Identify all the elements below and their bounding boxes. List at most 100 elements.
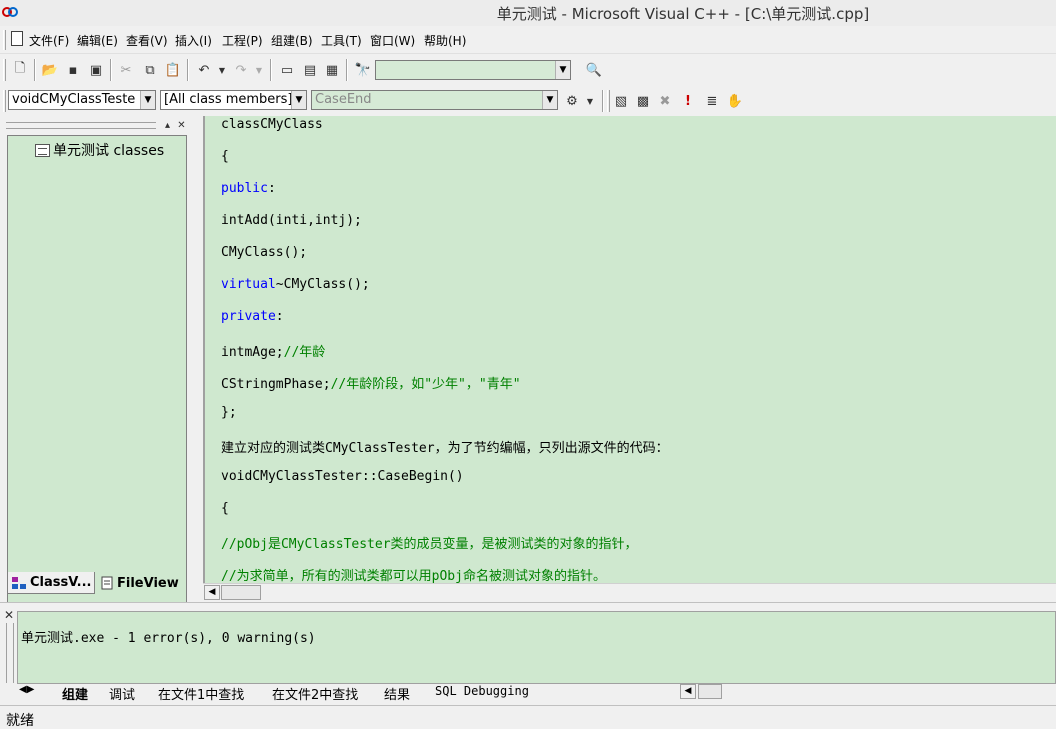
wizard-action-icon[interactable]: ⚙ <box>562 92 582 110</box>
tab-build[interactable]: 组建 <box>62 684 88 703</box>
code-line[interactable]: classCMyClass <box>221 117 323 132</box>
code-line[interactable]: virtual~CMyClass(); <box>221 277 370 292</box>
compile-icon[interactable]: ▧ <box>611 92 631 110</box>
copy-icon[interactable]: ⧉ <box>140 61 160 79</box>
scroll-left-icon[interactable]: ◀ <box>680 684 696 699</box>
code-line[interactable]: private: <box>221 309 284 324</box>
menu-project[interactable]: 工程(P) <box>222 32 263 49</box>
tab-results[interactable]: 结果 <box>384 684 410 703</box>
code-line[interactable]: { <box>221 501 229 516</box>
breakpoint-icon[interactable]: ✋ <box>725 92 745 110</box>
chevron-down-icon[interactable]: ▼ <box>291 91 306 109</box>
function-combo-value: CaseEnd <box>315 92 372 107</box>
close-icon[interactable]: ✕ <box>175 119 188 132</box>
wizard-dropdown-icon[interactable]: ▼ <box>580 92 600 110</box>
execute-icon[interactable]: ! <box>678 92 698 110</box>
toolbar-separator <box>346 59 348 81</box>
classview-icon <box>12 576 26 589</box>
status-bar: 就绪 <box>0 705 1056 729</box>
tab-sql-debugging[interactable]: SQL Debugging <box>435 684 529 698</box>
menu-file[interactable]: 文件(F) <box>29 32 69 49</box>
code-comment: //年龄 <box>283 345 326 360</box>
menu-help[interactable]: 帮助(H) <box>424 32 466 49</box>
code-text: { <box>221 149 229 164</box>
workspace-grip[interactable] <box>6 122 156 129</box>
chevron-down-icon[interactable]: ▼ <box>555 61 570 79</box>
tab-classview[interactable]: ClassV... <box>7 572 96 594</box>
workspace-panel: ▴ ✕ 单元测试 classes <box>0 116 200 687</box>
redo-icon[interactable]: ↷ <box>231 61 251 79</box>
menu-edit[interactable]: 编辑(E) <box>77 32 118 49</box>
code-text: voidCMyClassTester::CaseBegin() <box>221 469 464 484</box>
document-icon[interactable] <box>11 31 23 46</box>
code-keyword: private <box>221 309 276 324</box>
code-line[interactable]: voidCMyClassTester::CaseBegin() <box>221 469 464 484</box>
workspace-icon[interactable]: ▭ <box>277 61 297 79</box>
code-editor[interactable]: classCMyClass { public: intAdd(inti,intj); C… <box>203 116 1056 583</box>
output-window-icon[interactable]: ▤ <box>300 61 320 79</box>
new-document-icon[interactable]: 🗋 <box>10 61 30 79</box>
code-text: 建立对应的测试类CMyClassTester，为了节约编幅，只列出源文件的代码： <box>221 441 669 456</box>
go-icon[interactable]: ≣ <box>702 92 722 110</box>
code-line[interactable]: //pObj是CMyClassTester类的成员变量，是被测试类的对象的指针， <box>221 533 638 552</box>
menu-tools[interactable]: 工具(T) <box>321 32 362 49</box>
tree-item-classes[interactable]: 单元测试 classes <box>35 140 164 160</box>
maximize-icon[interactable]: ▴ <box>161 119 174 132</box>
open-folder-icon[interactable]: 📂 <box>40 61 60 79</box>
code-line[interactable]: }; <box>221 405 237 420</box>
toolbar-separator <box>270 59 272 81</box>
menu-view[interactable]: 查看(V) <box>126 32 168 49</box>
cut-icon[interactable]: ✂ <box>116 61 136 79</box>
scroll-thumb[interactable] <box>698 684 722 699</box>
undo-icon[interactable]: ↶ <box>194 61 214 79</box>
save-all-icon[interactable]: ▣ <box>86 61 106 79</box>
tab-debug[interactable]: 调试 <box>109 684 135 703</box>
output-text-area[interactable]: 单元测试.exe - 1 error(s), 0 warning(s) <box>17 611 1056 684</box>
menu-build[interactable]: 组建(B) <box>271 32 313 49</box>
build-toolbar-grip[interactable] <box>607 90 610 112</box>
window-list-icon[interactable]: ▦ <box>322 61 342 79</box>
code-line[interactable]: { <box>221 149 229 164</box>
menu-window[interactable]: 窗口(W) <box>370 32 415 49</box>
stop-build-icon[interactable]: ✖ <box>655 92 675 110</box>
undo-dropdown-icon[interactable]: ▼ <box>212 61 232 79</box>
code-text: CMyClass(); <box>221 245 308 260</box>
code-line[interactable]: 建立对应的测试类CMyClassTester，为了节约编幅，只列出源文件的代码： <box>221 437 669 456</box>
code-line[interactable]: CStringmPhase;//年龄阶段，如"少年"，"青年" <box>221 373 521 392</box>
output-grip[interactable] <box>6 623 14 683</box>
build-icon[interactable]: ▩ <box>633 92 653 110</box>
wizardbar-grip[interactable] <box>3 90 6 112</box>
menubar-grip[interactable] <box>3 30 6 50</box>
toolbar-separator <box>187 59 189 81</box>
chevron-down-icon[interactable]: ▼ <box>542 91 557 109</box>
tab-find-in-files-1[interactable]: 在文件1中查找 <box>158 684 244 703</box>
redo-dropdown-icon[interactable]: ▼ <box>249 61 269 79</box>
scroll-thumb[interactable] <box>221 585 261 600</box>
build-result-line: 单元测试.exe - 1 error(s), 0 warning(s) <box>21 631 316 646</box>
wizard-toolbar: voidCMyClassTeste ▼ [All class members] … <box>0 86 1056 116</box>
menu-insert[interactable]: 插入(I) <box>175 32 212 49</box>
find-combo[interactable]: ▼ <box>375 60 571 80</box>
tab-scroll-left-icon[interactable]: ◀▶ <box>19 684 34 695</box>
code-line[interactable]: CMyClass(); <box>221 245 307 260</box>
members-combo[interactable]: [All class members] ▼ <box>160 90 307 110</box>
code-line[interactable]: //为求简单，所有的测试类都可以用pObj命名被测试对象的指针。 <box>221 565 606 583</box>
code-line[interactable]: public: <box>221 181 276 196</box>
save-icon[interactable]: ▪ <box>63 61 83 79</box>
paste-icon[interactable]: 📋 <box>163 61 183 79</box>
toolbar-grip[interactable] <box>3 59 6 81</box>
find-in-files-icon[interactable]: 🔭 <box>353 61 373 79</box>
code-comment: //为求简单，所有的测试类都可以用pObj命名被测试对象的指针。 <box>221 569 606 583</box>
function-combo[interactable]: CaseEnd ▼ <box>311 90 558 110</box>
tab-fileview[interactable]: FileView <box>97 572 182 594</box>
code-text: : <box>275 309 284 324</box>
code-line[interactable]: intAdd(inti,intj); <box>221 213 362 228</box>
search-icon[interactable]: 🔍 <box>584 61 604 79</box>
close-icon[interactable]: ✕ <box>4 608 14 622</box>
code-line[interactable]: intmAge;//年龄 <box>221 341 325 360</box>
tab-find-in-files-2[interactable]: 在文件2中查找 <box>272 684 358 703</box>
scroll-left-icon[interactable]: ◀ <box>204 585 220 600</box>
chevron-down-icon[interactable]: ▼ <box>140 91 155 109</box>
class-combo[interactable]: voidCMyClassTeste ▼ <box>8 90 156 110</box>
editor-horizontal-scrollbar[interactable]: ◀ <box>203 583 1056 600</box>
